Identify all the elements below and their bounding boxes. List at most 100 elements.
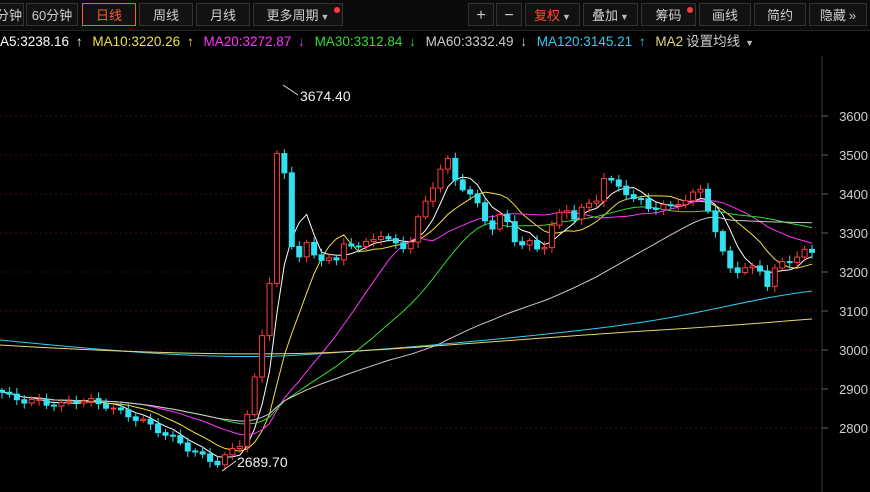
candle-down	[623, 185, 630, 196]
candle-down	[21, 399, 28, 404]
candle-down	[534, 240, 541, 250]
candle-down	[177, 435, 184, 444]
candle-up	[675, 204, 682, 207]
candle-down	[467, 189, 474, 195]
candle-up	[65, 400, 72, 404]
candle-up	[600, 177, 607, 202]
axis-tick-label: 3600	[839, 109, 868, 124]
candle-down	[0, 389, 5, 393]
candle-down	[214, 460, 221, 466]
candle-down	[474, 193, 481, 204]
ma30-line	[1, 206, 813, 425]
candlestick-chart[interactable]: 2800 2900 3000 3100 3200 3300 3400 3500 3600 367…	[0, 0, 870, 492]
candle-up	[363, 240, 370, 247]
candle-down	[489, 220, 496, 230]
candle-down	[192, 450, 199, 453]
candle-down	[652, 207, 659, 210]
candle-down	[296, 245, 303, 258]
candle-down	[452, 157, 459, 181]
candle-down	[73, 400, 80, 404]
candle-up	[140, 418, 147, 421]
candle-down	[704, 188, 711, 212]
candle-up	[444, 157, 451, 170]
axis-tick-label: 3200	[839, 265, 868, 280]
candle-up	[742, 267, 749, 273]
candle-down	[147, 418, 154, 425]
candle-down	[13, 393, 20, 401]
candle-down	[667, 204, 674, 207]
high-price-label: 3674.40	[300, 88, 351, 104]
candle-down	[459, 179, 466, 191]
candle-down	[95, 398, 102, 405]
chart-grid	[0, 115, 822, 429]
candle-down	[125, 409, 132, 418]
candle-down	[103, 403, 110, 409]
candle-down	[355, 245, 362, 248]
candle-up	[273, 153, 280, 284]
axis-tick-label: 2900	[839, 382, 868, 397]
candle-up	[244, 413, 251, 447]
candle-up	[229, 448, 236, 456]
candle-up	[794, 256, 801, 263]
candle-down	[281, 153, 288, 174]
axis-tick-label: 3500	[839, 148, 868, 163]
candle-up	[259, 335, 266, 378]
candle-up	[779, 261, 786, 269]
price-annotations: 3674.40 2689.70	[221, 84, 351, 472]
candle-down	[638, 198, 645, 201]
candle-up	[422, 200, 429, 218]
candle-up	[541, 247, 548, 250]
candle-down	[719, 231, 726, 252]
moving-average-lines	[0, 176, 813, 458]
candle-up	[36, 398, 43, 401]
candle-up	[437, 168, 444, 189]
candle-down	[6, 391, 13, 395]
candle-up	[771, 267, 778, 287]
candle-up	[266, 282, 273, 337]
candle-down	[311, 241, 318, 256]
ma60-line	[1, 216, 813, 422]
candle-up	[251, 376, 258, 415]
ma5-line	[1, 176, 813, 458]
low-price-label: 2689.70	[237, 454, 288, 470]
high-pointer-line	[282, 84, 299, 96]
ma20-line	[1, 199, 813, 436]
candle-down	[400, 242, 407, 250]
ma10-line	[1, 191, 813, 452]
candle-down	[630, 194, 637, 200]
candle-up	[377, 236, 384, 240]
candle-up	[430, 187, 437, 202]
candle-up	[58, 402, 65, 407]
candle-down	[155, 423, 162, 434]
candle-down	[385, 236, 392, 240]
candle-up	[110, 407, 117, 410]
candle-up	[697, 188, 704, 193]
candle-down	[199, 451, 206, 455]
candle-up	[578, 206, 585, 220]
candle-up	[340, 243, 347, 261]
candle-down	[756, 265, 763, 272]
candle-down	[184, 442, 191, 452]
axis-tick-label: 3300	[839, 226, 868, 241]
candle-up	[563, 210, 570, 213]
candle-up	[682, 200, 689, 206]
candle-up	[80, 400, 87, 404]
candle-down	[511, 221, 518, 243]
candle-up	[496, 214, 503, 230]
candle-down	[786, 261, 793, 264]
candle-up	[407, 241, 414, 250]
candle-up	[88, 398, 95, 402]
candle-up	[28, 398, 35, 404]
candles	[0, 149, 815, 471]
candle-down	[169, 434, 176, 437]
candle-down	[809, 248, 815, 253]
candle-down	[645, 198, 652, 209]
candle-up	[548, 224, 555, 249]
candle-down	[482, 202, 489, 222]
candle-up	[556, 211, 563, 226]
price-axis: 2800 2900 3000 3100 3200 3300 3400 3500 3600	[821, 56, 868, 492]
candle-up	[593, 200, 600, 204]
candle-down	[117, 407, 124, 411]
candle-up	[236, 445, 243, 450]
candle-up	[526, 240, 533, 246]
